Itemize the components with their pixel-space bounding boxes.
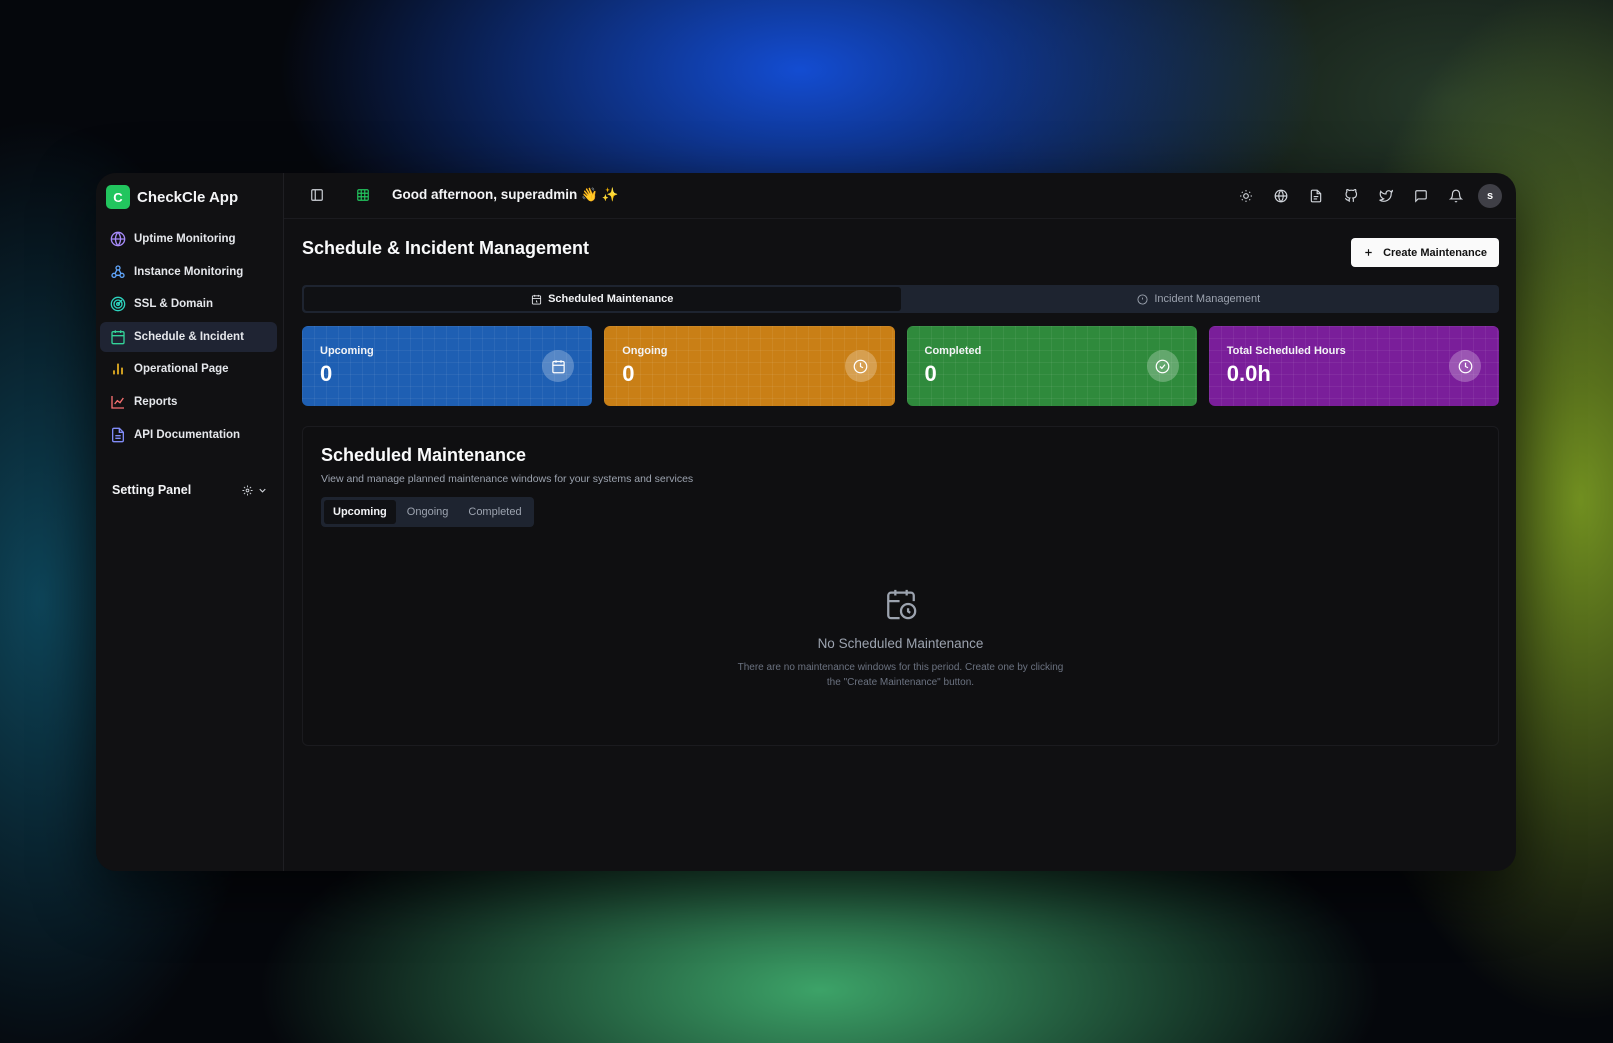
stat-card-upcoming: Upcoming 0 (302, 326, 593, 406)
create-maintenance-label: Create Maintenance (1383, 246, 1487, 259)
calendar-clock-icon (532, 294, 542, 305)
brand-name: CheckCle App (137, 188, 239, 206)
sidebar-item-label: Operational Page (134, 363, 229, 376)
sidebar: C CheckCle App Uptime Monitoring Instanc… (96, 173, 284, 871)
sidebar-item-label: Instance Monitoring (134, 265, 244, 278)
stat-card-completed: Completed 0 (906, 326, 1197, 406)
tab-ongoing[interactable]: Ongoing (398, 500, 458, 524)
brand[interactable]: C CheckCle App (106, 185, 238, 209)
sidebar-item-label: Uptime Monitoring (134, 233, 236, 245)
stat-card-value: 0 (320, 361, 333, 386)
sidebar-item-reports[interactable]: Reports (100, 387, 277, 417)
empty-state: No Scheduled Maintenance There are no ma… (303, 587, 1498, 690)
avatar[interactable]: s (1478, 184, 1502, 208)
document-icon[interactable] (1309, 189, 1323, 203)
sidebar-item-schedule-incident[interactable]: Schedule & Incident (100, 321, 277, 352)
greeting: Good afternoon, superadmin 👋 ✨ (392, 187, 619, 202)
check-circle-icon (1155, 359, 1170, 373)
tab-label: Incident Management (1154, 293, 1261, 305)
clock-icon (853, 359, 868, 373)
page-title: Schedule & Incident Management (302, 238, 590, 258)
gear-icon (242, 484, 253, 496)
setting-panel-toggle[interactable]: Setting Panel (112, 483, 268, 497)
empty-state-title: No Scheduled Maintenance (817, 636, 984, 651)
stat-card-value: 0 (924, 361, 937, 386)
tab-upcoming[interactable]: Upcoming (324, 500, 396, 524)
bar-chart-icon (113, 364, 123, 375)
sidebar-nav: Uptime Monitoring Instance Monitoring SS… (100, 224, 277, 452)
tab-completed[interactable]: Completed (459, 500, 530, 524)
stat-card-value: 0 (622, 361, 635, 386)
topbar-actions: s (1239, 184, 1502, 208)
sidebar-item-instance-monitoring[interactable]: Instance Monitoring (100, 257, 277, 287)
stat-card-value: 0.0h (1226, 361, 1271, 386)
stat-cards: Upcoming 0 Ongoing 0 Completed 0 Total S… (302, 326, 1499, 406)
main-tabs: Scheduled Maintenance Incident Managemen… (302, 285, 1499, 313)
tab-incident-management[interactable]: Incident Management (901, 287, 1498, 311)
sidebar-item-label: Reports (134, 395, 178, 408)
sun-icon[interactable] (1239, 189, 1253, 203)
topbar: Good afternoon, superadmin 👋 ✨ s (284, 173, 1516, 219)
twitter-icon[interactable] (1379, 189, 1393, 203)
panel-title: Scheduled Maintenance (321, 445, 527, 465)
sidebar-item-uptime-monitoring[interactable]: Uptime Monitoring (100, 224, 277, 254)
tab-label: Scheduled Maintenance (548, 293, 674, 305)
chevron-down-icon (259, 488, 266, 493)
github-icon[interactable] (1344, 189, 1358, 203)
app-window: C CheckCle App Uptime Monitoring Instanc… (96, 173, 1516, 871)
empty-state-description: There are no maintenance windows for thi… (737, 662, 1064, 688)
radar-icon (110, 296, 126, 312)
stat-card-label: Completed (924, 345, 982, 357)
sidebar-item-ssl-domain[interactable]: SSL & Domain (100, 289, 277, 319)
grid-icon[interactable] (356, 188, 370, 202)
sidebar-item-api-documentation[interactable]: API Documentation (100, 420, 277, 450)
calendar-clock-icon (886, 589, 916, 620)
scheduled-maintenance-panel: Scheduled Maintenance View and manage pl… (302, 426, 1499, 746)
calendar-icon (111, 330, 125, 345)
plus-icon (1365, 249, 1372, 256)
network-icon (111, 264, 125, 278)
alert-circle-icon (1137, 293, 1148, 305)
globe-icon (110, 231, 126, 247)
sidebar-item-label: Schedule & Incident (134, 330, 244, 343)
setting-panel-label: Setting Panel (112, 483, 192, 497)
stat-card-ongoing: Ongoing 0 (604, 326, 895, 406)
stat-card-total-hours: Total Scheduled Hours 0.0h (1208, 326, 1499, 406)
calendar-icon (552, 359, 565, 373)
stat-card-label: Upcoming (320, 345, 374, 357)
maintenance-filter-tabs: Upcoming Ongoing Completed (321, 497, 534, 527)
sidebar-toggle-icon[interactable] (310, 188, 324, 202)
globe-icon[interactable] (1274, 189, 1288, 203)
document-icon (112, 427, 124, 442)
panel-subtitle: View and manage planned maintenance wind… (321, 473, 694, 485)
create-maintenance-button[interactable]: Create Maintenance (1351, 238, 1499, 267)
stat-card-label: Ongoing (622, 345, 668, 357)
sidebar-item-label: SSL & Domain (134, 298, 214, 311)
brand-logo: C (106, 185, 130, 209)
tab-scheduled-maintenance[interactable]: Scheduled Maintenance (304, 287, 901, 311)
line-chart-icon (111, 395, 124, 409)
chat-icon[interactable] (1414, 189, 1428, 203)
clock-icon (1458, 359, 1472, 373)
stat-card-label: Total Scheduled Hours (1226, 345, 1346, 357)
bell-icon[interactable] (1449, 189, 1463, 203)
sidebar-item-label: API Documentation (134, 428, 241, 441)
sidebar-item-operational-page[interactable]: Operational Page (100, 354, 277, 384)
